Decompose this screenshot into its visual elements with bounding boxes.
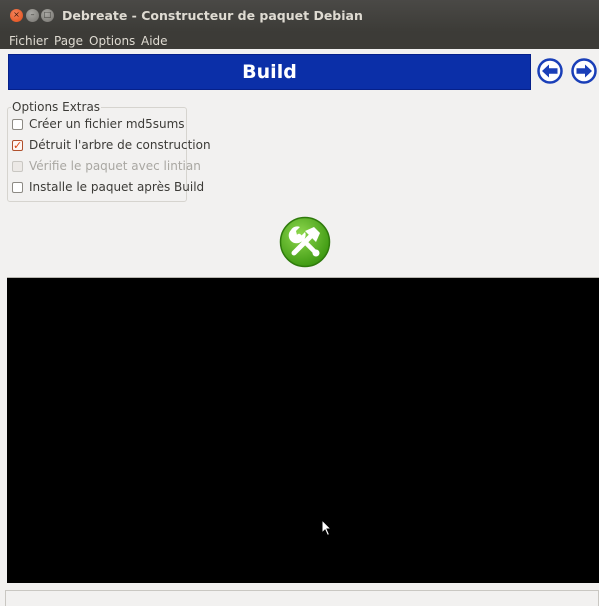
lintian-label: Vérifie le paquet avec lintian: [29, 159, 201, 173]
previous-page-button[interactable]: [537, 58, 563, 84]
next-page-button[interactable]: [571, 58, 597, 84]
build-output-console: [7, 277, 599, 583]
maximize-window-button[interactable]: □: [41, 9, 54, 22]
menu-aide[interactable]: Aide: [141, 34, 168, 48]
menu-bar: Fichier Page Options Aide: [0, 32, 599, 49]
menu-page[interactable]: Page: [54, 34, 83, 48]
page-banner: Build: [8, 54, 531, 90]
minimize-icon: –: [30, 10, 35, 19]
menu-options[interactable]: Options: [89, 34, 135, 48]
checkmark-icon: ✓: [13, 139, 23, 152]
destroy-tree-label: Détruit l'arbre de construction: [29, 138, 211, 152]
install-label: Installe le paquet après Build: [29, 180, 205, 194]
options-extras-label: Options Extras: [11, 100, 102, 114]
minimize-window-button[interactable]: –: [26, 9, 39, 22]
left-arrow-circle-icon: [537, 58, 563, 84]
install-checkbox[interactable]: [12, 182, 23, 193]
destroy-tree-checkbox[interactable]: ✓: [12, 139, 23, 152]
title-bar: × – □ Debreate - Constructeur de paquet …: [0, 0, 599, 32]
build-tools-icon: [279, 216, 331, 268]
close-icon: ×: [13, 10, 20, 19]
app-window: × – □ Debreate - Constructeur de paquet …: [0, 0, 599, 606]
window-title: Debreate - Constructeur de paquet Debian: [62, 8, 363, 23]
md5sums-label: Créer un fichier md5sums: [29, 117, 185, 131]
lintian-checkbox: [12, 161, 23, 172]
mouse-pointer-icon: [321, 519, 333, 537]
status-bar: [5, 590, 599, 606]
maximize-icon: □: [43, 10, 52, 19]
menu-fichier[interactable]: Fichier: [9, 34, 48, 48]
page-title: Build: [242, 61, 297, 83]
build-button[interactable]: [279, 216, 331, 268]
md5sums-checkbox[interactable]: [12, 119, 23, 130]
right-arrow-circle-icon: [571, 58, 597, 84]
close-window-button[interactable]: ×: [10, 9, 23, 22]
